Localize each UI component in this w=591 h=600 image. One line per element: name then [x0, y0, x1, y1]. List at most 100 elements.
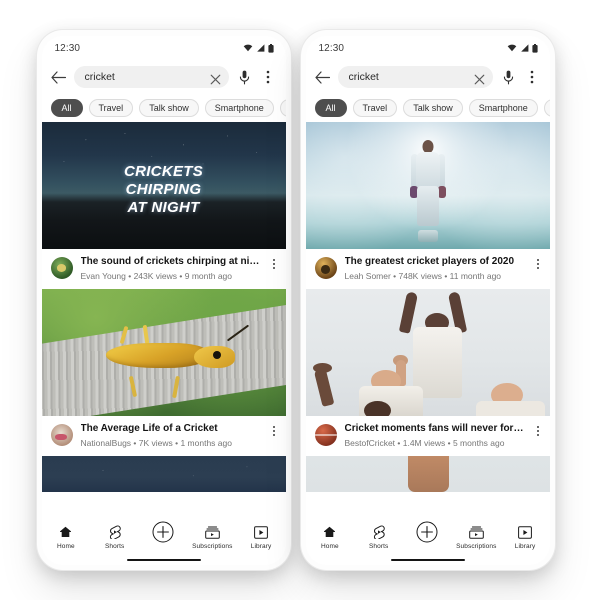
- more-vertical-icon[interactable]: [260, 69, 277, 86]
- channel-avatar[interactable]: [50, 424, 73, 446]
- nav-label-shorts: Shorts: [368, 543, 389, 550]
- nav-item-home[interactable]: Home: [307, 524, 353, 550]
- nav-item-create[interactable]: [140, 521, 186, 543]
- home-icon: [59, 524, 72, 540]
- video-meta-1[interactable]: The greatest cricket players of 2020 Lea…: [305, 249, 550, 289]
- screenshot-canvas: 12:30 cricket All Travel Talk show Smart…: [0, 0, 591, 600]
- nav-item-home[interactable]: Home: [43, 524, 89, 550]
- nav-item-subscriptions[interactable]: Subscriptions: [453, 524, 499, 550]
- clear-icon[interactable]: [210, 72, 221, 84]
- home-indicator: [390, 558, 465, 561]
- phone-mockup-right: 12:30 cricket All Travel Talk show Smart…: [300, 30, 555, 570]
- search-input-value: cricket: [348, 71, 379, 83]
- library-icon: [254, 524, 268, 540]
- overlay-line-2: CHIRPING: [125, 181, 202, 198]
- filter-chip-all[interactable]: All: [50, 99, 83, 117]
- nav-item-library[interactable]: Library: [502, 524, 548, 550]
- video-feed: The greatest cricket players of 2020 Lea…: [305, 122, 550, 519]
- video-subtitle: Leah Somer • 748K views • 11 month ago: [344, 271, 502, 281]
- overlay-line-3: AT NIGHT: [127, 199, 200, 216]
- filter-chip-talk-show[interactable]: Talk show: [403, 99, 463, 117]
- microphone-icon[interactable]: [500, 69, 517, 86]
- filter-chip-truncated[interactable]: Ar: [543, 99, 550, 117]
- create-plus-icon: [152, 521, 174, 543]
- nav-label-library: Library: [514, 543, 536, 550]
- nav-label-library: Library: [250, 543, 272, 550]
- filter-chip-truncated[interactable]: Ar: [279, 99, 286, 117]
- filter-chip-smartphone[interactable]: Smartphone: [204, 99, 274, 117]
- subscriptions-icon: [204, 524, 220, 540]
- video-info: Cricket moments fans will never forget B…: [345, 423, 524, 448]
- video-thumbnail-2[interactable]: [41, 289, 286, 416]
- search-input[interactable]: cricket: [73, 66, 229, 88]
- video-title: The Average Life of a Cricket: [80, 423, 218, 434]
- search-input[interactable]: cricket: [337, 66, 493, 88]
- thumbnail-overlay-text: CRICKETS CHIRPING AT NIGHT: [42, 122, 286, 249]
- filter-chip-row[interactable]: All Travel Talk show Smartphone Ar: [41, 94, 286, 122]
- video-thumbnail-1[interactable]: CRICKETS CHIRPING AT NIGHT: [41, 122, 286, 249]
- video-thumbnail-3-partial[interactable]: [305, 456, 550, 492]
- filter-chip-travel[interactable]: Travel: [88, 99, 134, 117]
- channel-avatar[interactable]: [314, 424, 337, 446]
- nav-label-subscriptions: Subscriptions: [192, 543, 233, 550]
- search-bar: cricket: [41, 60, 286, 94]
- video-subtitle: BestofCricket • 1.4M views • 5 months ag…: [344, 438, 505, 448]
- back-arrow-icon[interactable]: [50, 69, 67, 86]
- video-more-menu-icon[interactable]: [532, 256, 544, 269]
- grasshopper-artwork: [95, 324, 250, 399]
- video-subtitle: Evan Young • 243K views • 9 month ago: [80, 271, 233, 281]
- filter-chip-talk-show[interactable]: Talk show: [139, 99, 199, 117]
- status-bar: 12:30: [305, 36, 550, 60]
- microphone-icon[interactable]: [236, 69, 253, 86]
- nav-item-shorts[interactable]: Shorts: [92, 524, 138, 550]
- filter-chip-all[interactable]: All: [314, 99, 347, 117]
- video-meta-1[interactable]: The sound of crickets chirping at night …: [41, 249, 286, 289]
- video-title: Cricket moments fans will never forget: [344, 423, 524, 434]
- phone-screen-left: 12:30 cricket All Travel Talk show Smart…: [41, 36, 286, 565]
- video-feed: CRICKETS CHIRPING AT NIGHT The sound of …: [41, 122, 286, 519]
- more-vertical-icon[interactable]: [524, 69, 541, 86]
- nav-item-library[interactable]: Library: [238, 524, 284, 550]
- video-subtitle: NationalBugs • 7K views • 1 months ago: [80, 438, 232, 448]
- nav-item-shorts[interactable]: Shorts: [356, 524, 402, 550]
- signal-icon: [520, 44, 529, 52]
- nav-item-create[interactable]: [404, 521, 450, 543]
- status-icon-group: [507, 43, 538, 53]
- cricket-player-artwork: [409, 139, 446, 242]
- video-more-menu-icon[interactable]: [268, 423, 280, 436]
- video-title: The sound of crickets chirping at night: [80, 256, 260, 267]
- nav-label-subscriptions: Subscriptions: [456, 543, 497, 550]
- video-thumbnail-1[interactable]: [305, 122, 550, 249]
- video-thumbnail-2[interactable]: [305, 289, 550, 416]
- video-more-menu-icon[interactable]: [532, 423, 544, 436]
- battery-icon: [531, 43, 538, 53]
- video-meta-2[interactable]: The Average Life of a Cricket NationalBu…: [41, 416, 286, 456]
- channel-avatar[interactable]: [50, 257, 73, 279]
- video-meta-2[interactable]: Cricket moments fans will never forget B…: [305, 416, 550, 456]
- channel-avatar[interactable]: [314, 257, 337, 279]
- create-plus-icon: [416, 521, 438, 543]
- shorts-icon: [372, 524, 386, 540]
- celebration-artwork: [305, 289, 550, 416]
- wifi-icon: [243, 44, 253, 52]
- video-thumbnail-3-partial[interactable]: [41, 456, 286, 492]
- nav-label-home: Home: [321, 543, 339, 550]
- search-bar: cricket: [305, 60, 550, 94]
- subscriptions-icon: [468, 524, 484, 540]
- overlay-line-1: CRICKETS: [123, 163, 204, 180]
- battery-icon: [267, 43, 274, 53]
- phone-mockup-left: 12:30 cricket All Travel Talk show Smart…: [36, 30, 291, 570]
- filter-chip-smartphone[interactable]: Smartphone: [468, 99, 538, 117]
- back-arrow-icon[interactable]: [314, 69, 331, 86]
- status-time: 12:30: [318, 42, 345, 54]
- search-input-value: cricket: [84, 71, 115, 83]
- nav-item-subscriptions[interactable]: Subscriptions: [189, 524, 235, 550]
- bottom-navigation-bar: Home Shorts Subscriptions Library: [305, 519, 550, 565]
- status-time: 12:30: [54, 42, 81, 54]
- filter-chip-travel[interactable]: Travel: [352, 99, 398, 117]
- clear-icon[interactable]: [474, 72, 485, 84]
- video-more-menu-icon[interactable]: [268, 256, 280, 269]
- home-icon: [323, 524, 336, 540]
- filter-chip-row[interactable]: All Travel Talk show Smartphone Ar: [305, 94, 550, 122]
- signal-icon: [256, 44, 265, 52]
